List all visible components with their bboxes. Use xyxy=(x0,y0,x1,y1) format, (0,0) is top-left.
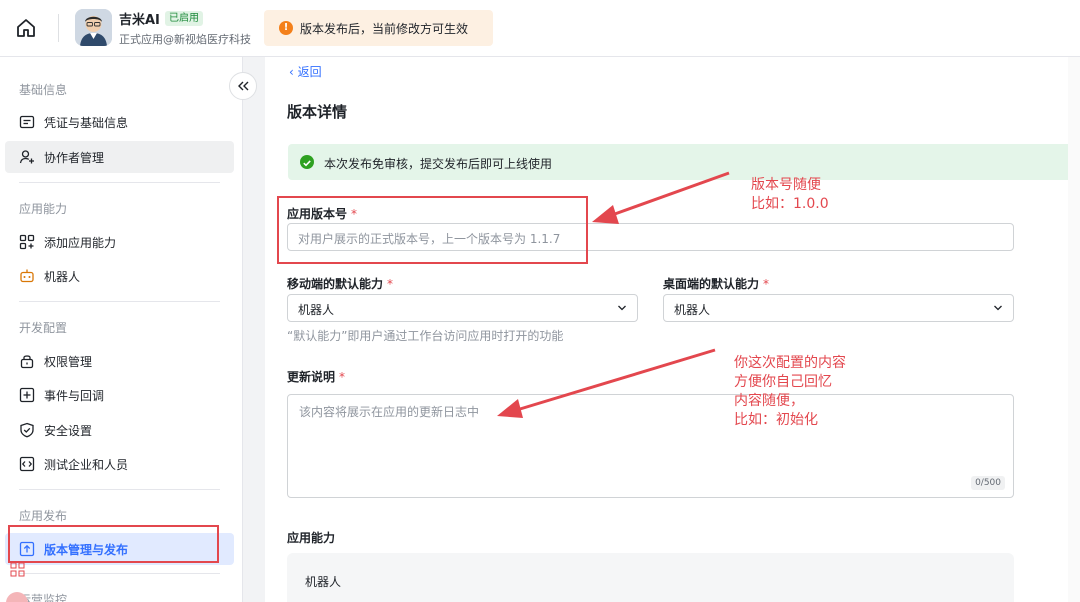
sidebar: 基础信息 凭证与基础信息 协作者管理 应用能力 添加应用能力 机器人 开发配置 … xyxy=(0,57,243,602)
character-counter: 0/500 xyxy=(971,476,1005,490)
robot-icon xyxy=(20,269,34,283)
sidebar-item-label: 添加应用能力 xyxy=(44,236,117,250)
sidebar-item-add-capability[interactable]: 添加应用能力 xyxy=(5,226,234,258)
capability-card: 机器人 xyxy=(287,553,1014,602)
lock-icon xyxy=(20,355,34,369)
sidebar-item-collaborators[interactable]: 协作者管理 xyxy=(5,141,234,173)
divider xyxy=(19,573,220,574)
annotation-line: 方便你自己回忆 xyxy=(734,374,832,390)
top-bar: 吉米AI 已启用 正式应用@新视焰医疗科技 ! 版本发布后，当前修改方可生效 xyxy=(0,0,1080,57)
release-notes-placeholder: 该内容将展示在应用的更新日志中 xyxy=(299,405,480,419)
chevron-down-icon xyxy=(618,305,626,311)
annotation-line: 比如：初始化 xyxy=(734,412,818,428)
annotation-line: 版本号随便 xyxy=(751,177,821,193)
back-link[interactable]: ‹ 返回 xyxy=(289,63,322,80)
desktop-default-select[interactable]: 机器人 xyxy=(663,294,1014,322)
back-label: 返回 xyxy=(297,65,322,79)
sidebar-section-title: 应用发布 xyxy=(19,509,68,523)
main-content: ‹ 返回 版本详情 本次发布免审核，提交发布后即可上线使用 应用版本号 * 对用户… xyxy=(265,57,1080,602)
scroll-strip xyxy=(1068,57,1080,602)
annotation-line: 内容随便， xyxy=(734,393,804,409)
highlight-box xyxy=(8,525,219,563)
desktop-default-label-text: 桌面端的默认能力 xyxy=(663,277,760,291)
sidebar-item-label: 测试企业和人员 xyxy=(44,458,129,472)
sidebar-item-label: 权限管理 xyxy=(44,355,93,369)
check-circle-icon xyxy=(300,155,314,169)
success-notice: 本次发布免审核，提交发布后即可上线使用 xyxy=(288,144,1080,180)
required-mark: * xyxy=(763,277,770,291)
mobile-default-select[interactable]: 机器人 xyxy=(287,294,638,322)
sidebar-item-permissions[interactable]: 权限管理 xyxy=(5,345,234,377)
app-avatar xyxy=(75,9,112,46)
annotation-line: 你这次配置的内容 xyxy=(734,355,846,371)
capability-item: 机器人 xyxy=(305,575,342,589)
desktop-default-value: 机器人 xyxy=(674,303,711,317)
chevron-left-icon: ‹ xyxy=(289,65,298,79)
sidebar-item-label: 机器人 xyxy=(44,270,81,284)
sidebar-item-security[interactable]: 安全设置 xyxy=(5,414,234,446)
warning-icon: ! xyxy=(279,21,293,35)
divider xyxy=(19,182,220,183)
divider xyxy=(19,489,220,490)
status-badge: 已启用 xyxy=(165,11,203,26)
page-title: 版本详情 xyxy=(287,103,348,121)
required-mark: * xyxy=(339,370,346,384)
double-chevron-left-icon xyxy=(238,81,249,91)
sidebar-item-label: 凭证与基础信息 xyxy=(44,116,129,130)
annotation-version-note: 版本号随便 比如：1.0.0 xyxy=(751,176,829,214)
sidebar-item-robot[interactable]: 机器人 xyxy=(5,260,234,292)
sidebar-item-label: 协作者管理 xyxy=(44,151,105,165)
release-notes-textarea[interactable]: 该内容将展示在应用的更新日志中 0/500 xyxy=(287,394,1014,498)
desktop-default-label: 桌面端的默认能力 * xyxy=(663,275,769,292)
sidebar-item-credentials[interactable]: 凭证与基础信息 xyxy=(5,106,234,138)
divider xyxy=(19,301,220,302)
divider xyxy=(58,14,59,42)
grid-add-icon xyxy=(19,234,35,250)
grid-icon xyxy=(10,562,25,577)
mobile-default-value: 机器人 xyxy=(298,303,335,317)
credential-card-icon xyxy=(19,115,35,129)
highlight-box xyxy=(277,196,588,264)
publish-notice-text: 版本发布后，当前修改方可生效 xyxy=(300,22,469,36)
shield-icon xyxy=(20,422,34,438)
sidebar-item-events[interactable]: 事件与回调 xyxy=(5,379,234,411)
collapse-sidebar-button[interactable] xyxy=(229,72,257,100)
home-icon[interactable] xyxy=(14,16,38,40)
sidebar-item-label: 安全设置 xyxy=(44,424,93,438)
release-notes-label: 更新说明 * xyxy=(287,368,345,385)
sidebar-section-title: 应用能力 xyxy=(19,202,68,216)
annotation-notes-note: 你这次配置的内容 方便你自己回忆 内容随便， 比如：初始化 xyxy=(734,354,846,430)
sidebar-item-test-users[interactable]: 测试企业和人员 xyxy=(5,448,234,480)
sidebar-item-label: 事件与回调 xyxy=(44,389,105,403)
annotation-line: 比如：1.0.0 xyxy=(751,196,829,212)
mobile-default-label-text: 移动端的默认能力 xyxy=(287,277,384,291)
app-subtitle: 正式应用@新视焰医疗科技 xyxy=(119,33,251,46)
chevron-down-icon xyxy=(994,305,1002,311)
code-window-icon xyxy=(19,456,35,472)
user-plus-icon xyxy=(19,150,34,164)
release-notes-label-text: 更新说明 xyxy=(287,370,336,384)
event-callback-icon xyxy=(19,387,35,403)
sidebar-section-title: 开发配置 xyxy=(19,321,68,335)
success-notice-text: 本次发布免审核，提交发布后即可上线使用 xyxy=(324,157,553,171)
capabilities-label: 应用能力 xyxy=(287,531,336,545)
sidebar-section-title: 基础信息 xyxy=(19,83,68,97)
publish-notice: ! 版本发布后，当前修改方可生效 xyxy=(264,10,493,46)
default-capability-hint: “默认能力”即用户通过工作台访问应用时打开的功能 xyxy=(287,329,564,343)
required-mark: * xyxy=(387,277,394,291)
mobile-default-label: 移动端的默认能力 * xyxy=(287,275,393,292)
app-name: 吉米AI xyxy=(119,13,160,28)
